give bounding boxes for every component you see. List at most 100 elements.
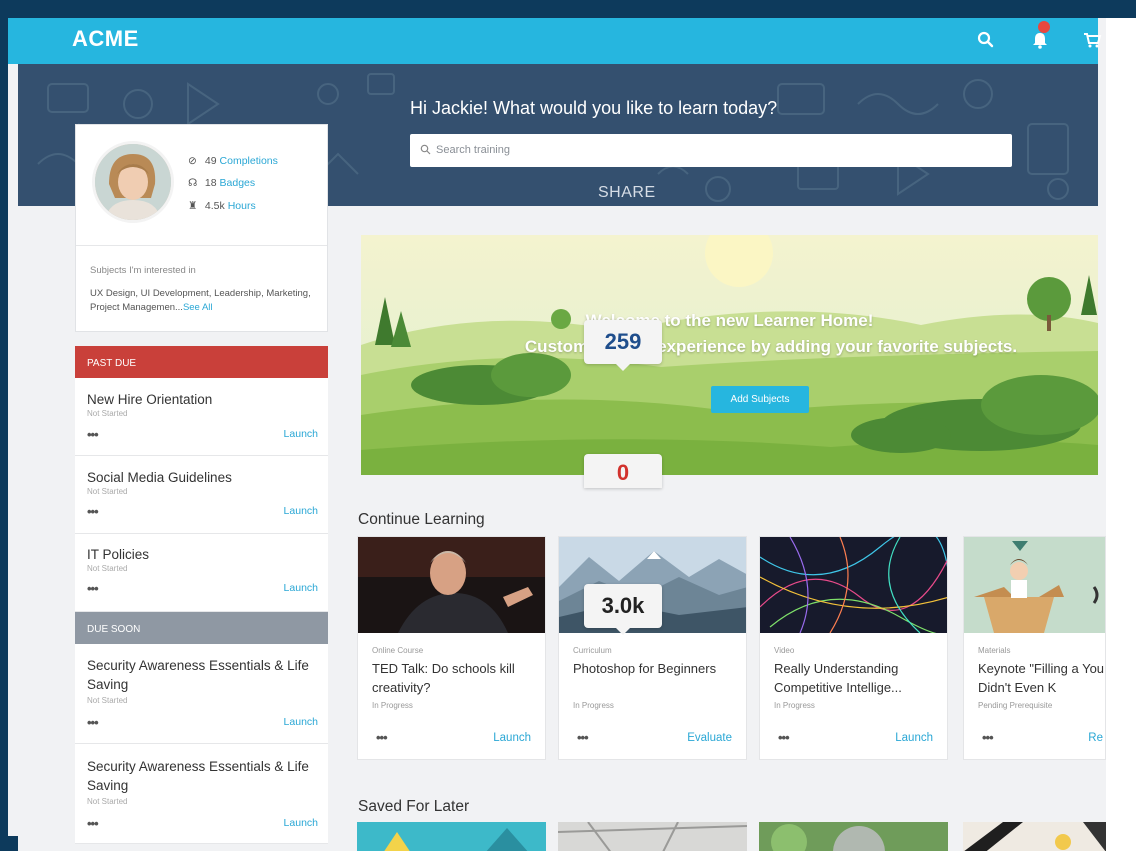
hours-link[interactable]: Hours bbox=[228, 200, 256, 212]
task-status: Not Started bbox=[87, 409, 128, 418]
completions-count: 49 bbox=[204, 155, 217, 167]
launch-link[interactable]: Launch bbox=[284, 505, 318, 517]
hours-count: 4.5k bbox=[204, 200, 225, 212]
bell-icon[interactable] bbox=[1030, 30, 1050, 50]
course-card[interactable]: Online Course TED Talk: Do schools kill … bbox=[357, 536, 546, 760]
course-card[interactable]: Video Really Understanding Competitive I… bbox=[759, 536, 948, 760]
continue-learning-title: Continue Learning bbox=[358, 511, 485, 528]
completions-stat: ⊘ 49 Completions bbox=[188, 155, 278, 167]
search-icon[interactable] bbox=[976, 30, 996, 50]
past-due-header: PAST DUE bbox=[75, 346, 328, 378]
window-corner bbox=[8, 836, 18, 851]
course-type: Online Course bbox=[372, 646, 424, 655]
trophy-icon: ♜ bbox=[188, 200, 198, 212]
evaluate-link[interactable]: Evaluate bbox=[687, 732, 732, 744]
count-bubble: 3.0k bbox=[584, 584, 662, 635]
course-thumbnail[interactable] bbox=[964, 537, 1105, 633]
launch-link[interactable]: Launch bbox=[895, 732, 933, 744]
course-card[interactable]: Curriculum Photoshop for Beginners In Pr… bbox=[558, 536, 747, 760]
avatar[interactable] bbox=[92, 141, 174, 223]
headphones-icon: ☊ bbox=[188, 177, 198, 189]
launch-link[interactable]: Launch bbox=[284, 817, 318, 829]
more-options-icon[interactable]: ••• bbox=[87, 715, 99, 730]
badges-stat: ☊ 18 Badges bbox=[188, 177, 255, 189]
course-title[interactable]: TED Talk: Do schools kill creativity? bbox=[372, 659, 540, 697]
greeting-text: Hi Jackie! What would you like to learn … bbox=[410, 98, 778, 118]
task-item[interactable]: IT Policies Not Started ••• Launch bbox=[75, 534, 328, 612]
hours-stat: ♜ 4.5k Hours bbox=[188, 200, 256, 212]
saved-thumbnail[interactable] bbox=[963, 822, 1106, 851]
zero-counter-bubble: 0 bbox=[584, 454, 662, 488]
task-item[interactable]: Security Awareness Essentials & Life Sav… bbox=[75, 644, 328, 744]
completions-link[interactable]: Completions bbox=[220, 155, 278, 167]
task-title[interactable]: Security Awareness Essentials & Life Sav… bbox=[87, 656, 317, 694]
welcome-title: Welcome to the new Learner Home! bbox=[585, 311, 874, 330]
more-options-icon[interactable]: ••• bbox=[87, 581, 99, 596]
course-type: Video bbox=[774, 646, 795, 655]
course-title[interactable]: Keynote "Filling a You Didn't Even K bbox=[978, 659, 1105, 697]
cart-icon[interactable] bbox=[1082, 30, 1102, 50]
resume-link[interactable]: Re bbox=[1088, 732, 1103, 744]
course-status: In Progress bbox=[573, 701, 614, 710]
course-status: In Progress bbox=[774, 701, 815, 710]
task-title[interactable]: New Hire Orientation bbox=[87, 390, 317, 409]
course-card[interactable]: Materials Keynote "Filling a You Didn't … bbox=[963, 536, 1106, 760]
see-all-link[interactable]: See All bbox=[183, 302, 213, 313]
check-circle-icon: ⊘ bbox=[188, 155, 197, 167]
profile-card: ⊘ 49 Completions ☊ 18 Badges ♜ 4.5k Hour… bbox=[75, 124, 328, 332]
search-placeholder: Search training bbox=[436, 144, 510, 156]
course-thumbnail[interactable] bbox=[760, 537, 947, 633]
launch-link[interactable]: Launch bbox=[284, 582, 318, 594]
learner-home: ACME Hi Jackie! What would you like to l… bbox=[8, 18, 1136, 851]
add-subjects-button[interactable]: Add Subjects bbox=[711, 386, 809, 413]
task-title[interactable]: Social Media Guidelines bbox=[87, 468, 317, 487]
task-status: Not Started bbox=[87, 487, 128, 496]
more-options-icon[interactable]: ••• bbox=[87, 427, 99, 442]
course-type: Materials bbox=[978, 646, 1011, 655]
saved-thumbnail[interactable] bbox=[357, 822, 546, 851]
more-options-icon[interactable]: ••• bbox=[87, 504, 99, 519]
welcome-subtitle: Customize your experience by adding your… bbox=[524, 337, 1018, 356]
badges-count: 18 bbox=[204, 177, 217, 189]
share-label[interactable]: SHARE bbox=[598, 184, 656, 202]
course-thumbnail[interactable] bbox=[358, 537, 545, 633]
welcome-banner: Welcome to the new Learner Home! Customi… bbox=[361, 235, 1098, 475]
launch-link[interactable]: Launch bbox=[284, 428, 318, 440]
saved-for-later-title: Saved For Later bbox=[358, 798, 470, 815]
launch-link[interactable]: Launch bbox=[493, 732, 531, 744]
task-title[interactable]: IT Policies bbox=[87, 545, 317, 564]
more-options-icon[interactable]: ••• bbox=[376, 730, 388, 745]
subjects-label: Subjects I'm interested in bbox=[90, 265, 196, 276]
task-status: Not Started bbox=[87, 564, 128, 573]
right-edge-panel bbox=[1106, 18, 1136, 851]
task-item[interactable]: Security Awareness Essentials & Life Sav… bbox=[75, 744, 328, 844]
task-title[interactable]: Security Awareness Essentials & Life Sav… bbox=[87, 757, 317, 795]
profile-divider bbox=[76, 245, 327, 246]
course-status: Pending Prerequisite bbox=[978, 701, 1053, 710]
course-title[interactable]: Photoshop for Beginners bbox=[573, 659, 741, 678]
subjects-list: UX Design, UI Development, Leadership, M… bbox=[90, 287, 318, 315]
task-item[interactable]: Social Media Guidelines Not Started ••• … bbox=[75, 456, 328, 534]
more-options-icon[interactable]: ••• bbox=[577, 730, 589, 745]
search-field-icon bbox=[420, 144, 431, 155]
task-status: Not Started bbox=[87, 797, 128, 806]
course-status: In Progress bbox=[372, 701, 413, 710]
more-options-icon[interactable]: ••• bbox=[982, 730, 994, 745]
notification-badge bbox=[1038, 21, 1050, 33]
saved-thumbnail[interactable] bbox=[759, 822, 948, 851]
more-options-icon[interactable]: ••• bbox=[778, 730, 790, 745]
search-input[interactable]: Search training bbox=[410, 134, 1012, 167]
top-nav-bar: ACME bbox=[8, 18, 1102, 64]
launch-link[interactable]: Launch bbox=[284, 716, 318, 728]
course-title[interactable]: Really Understanding Competitive Intelli… bbox=[774, 659, 942, 697]
views-counter-bubble: 259 bbox=[584, 320, 662, 371]
task-item[interactable]: New Hire Orientation Not Started ••• Lau… bbox=[75, 378, 328, 456]
more-options-icon[interactable]: ••• bbox=[87, 816, 99, 831]
task-status: Not Started bbox=[87, 696, 128, 705]
due-soon-header: DUE SOON bbox=[75, 612, 328, 644]
badges-link[interactable]: Badges bbox=[220, 177, 256, 189]
course-type: Curriculum bbox=[573, 646, 612, 655]
acme-logo[interactable]: ACME bbox=[72, 26, 139, 52]
saved-thumbnail[interactable] bbox=[558, 822, 747, 851]
window-top-border bbox=[0, 0, 1136, 18]
